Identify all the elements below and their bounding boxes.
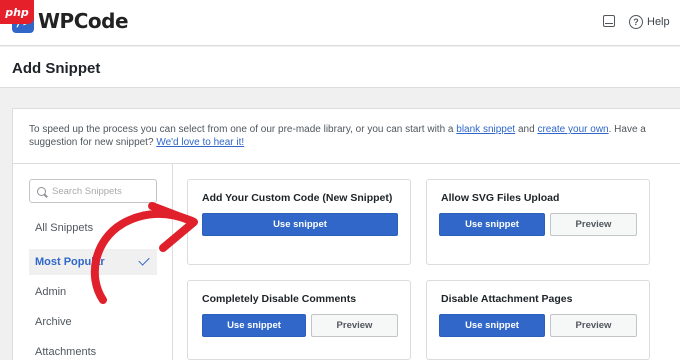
snippet-library-panel: To speed up the process you can select f… — [12, 108, 680, 360]
preview-button[interactable]: Preview — [550, 213, 637, 236]
snippet-title: Disable Attachment Pages — [441, 293, 573, 305]
search-snippets-field[interactable] — [29, 179, 157, 203]
top-bar: /> WPCode php ? Help — [0, 0, 680, 46]
search-input[interactable] — [52, 185, 148, 197]
intro-text: To speed up the process you can select f… — [29, 123, 669, 149]
category-label: All Snippets — [35, 222, 94, 234]
feedback-link[interactable]: We'd love to hear it! — [156, 137, 244, 148]
category-attachments[interactable]: Attachments — [29, 339, 157, 360]
category-archive[interactable]: Archive — [29, 309, 157, 335]
divider — [172, 163, 173, 360]
create-your-own-link[interactable]: create your own — [537, 124, 608, 135]
snippet-card: Allow SVG Files Upload Use snippet Previ… — [426, 179, 650, 265]
category-most-popular[interactable]: Most Popular — [29, 249, 157, 275]
category-label: Archive — [35, 316, 72, 328]
snippet-card: Disable Attachment Pages Use snippet Pre… — [426, 280, 650, 360]
snippet-card: Add Your Custom Code (New Snippet) Use s… — [187, 179, 411, 265]
help-icon: ? — [629, 15, 643, 29]
preview-button[interactable]: Preview — [550, 314, 637, 337]
category-all-snippets[interactable]: All Snippets — [29, 215, 157, 241]
snippet-title: Add Your Custom Code (New Snippet) — [202, 192, 393, 204]
intro-text-part: and — [515, 124, 538, 135]
page-header: Add Snippet — [0, 47, 680, 88]
preview-button[interactable]: Preview — [311, 314, 398, 337]
help-label: Help — [647, 16, 670, 28]
help-button[interactable]: ? Help — [629, 14, 670, 30]
snippet-title: Completely Disable Comments — [202, 293, 357, 305]
use-snippet-button[interactable]: Use snippet — [202, 213, 398, 236]
page-title: Add Snippet — [12, 60, 101, 77]
use-snippet-button[interactable]: Use snippet — [439, 213, 545, 236]
check-icon — [138, 254, 150, 266]
blank-snippet-link[interactable]: blank snippet — [456, 124, 515, 135]
use-snippet-button[interactable]: Use snippet — [439, 314, 545, 337]
category-admin[interactable]: Admin — [29, 279, 157, 305]
snippet-card: Completely Disable Comments Use snippet … — [187, 280, 411, 360]
watermark-badge: php — [0, 0, 34, 24]
category-label: Most Popular — [35, 256, 105, 268]
intro-text-part: To speed up the process you can select f… — [29, 124, 457, 135]
use-snippet-button[interactable]: Use snippet — [202, 314, 306, 337]
snippet-title: Allow SVG Files Upload — [441, 192, 560, 204]
divider — [13, 163, 680, 164]
category-label: Attachments — [35, 346, 97, 358]
inbox-icon[interactable] — [603, 15, 615, 27]
category-label: Admin — [35, 286, 67, 298]
search-icon — [37, 186, 46, 196]
brand-name: WPCode — [38, 9, 129, 33]
